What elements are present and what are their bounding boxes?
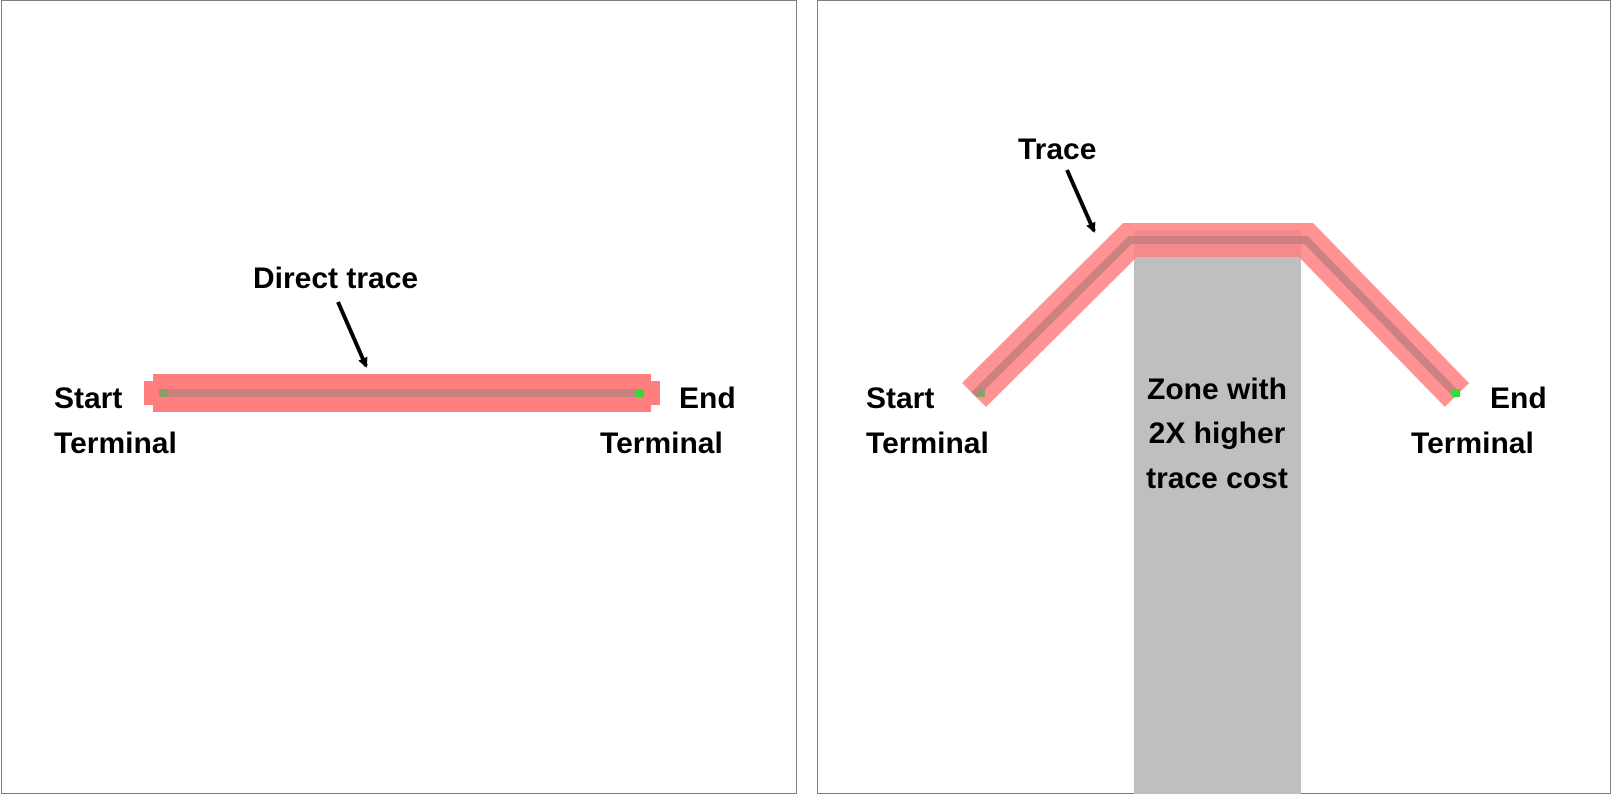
left-trace-label: Direct trace bbox=[253, 262, 418, 295]
right-start-label-line2: Terminal bbox=[866, 427, 989, 460]
zone-label-line3: trace cost bbox=[1146, 462, 1288, 495]
left-end-label-line2: Terminal bbox=[600, 427, 723, 460]
left-end-label-line1: End bbox=[679, 382, 736, 415]
left-direct-trace bbox=[144, 374, 660, 412]
zone-label-line1: Zone with bbox=[1147, 373, 1287, 406]
right-start-terminal bbox=[977, 389, 985, 397]
diagram-canvas: Direct trace Start Terminal End Terminal… bbox=[54, 133, 1547, 794]
left-start-label-line1: Start bbox=[54, 382, 122, 415]
right-start-label-line1: Start bbox=[866, 382, 934, 415]
right-end-terminal bbox=[1452, 389, 1460, 397]
left-end-terminal bbox=[636, 389, 644, 397]
right-trace-label: Trace bbox=[1018, 133, 1096, 166]
high-cost-zone bbox=[1134, 230, 1301, 794]
right-end-label-line1: End bbox=[1490, 382, 1547, 415]
left-trace-arrow bbox=[336, 301, 368, 368]
left-start-terminal bbox=[159, 389, 167, 397]
zone-label-line2: 2X higher bbox=[1149, 417, 1286, 450]
left-start-label-line2: Terminal bbox=[54, 427, 177, 460]
right-trace-arrow bbox=[1065, 169, 1096, 233]
right-end-label-line2: Terminal bbox=[1411, 427, 1534, 460]
